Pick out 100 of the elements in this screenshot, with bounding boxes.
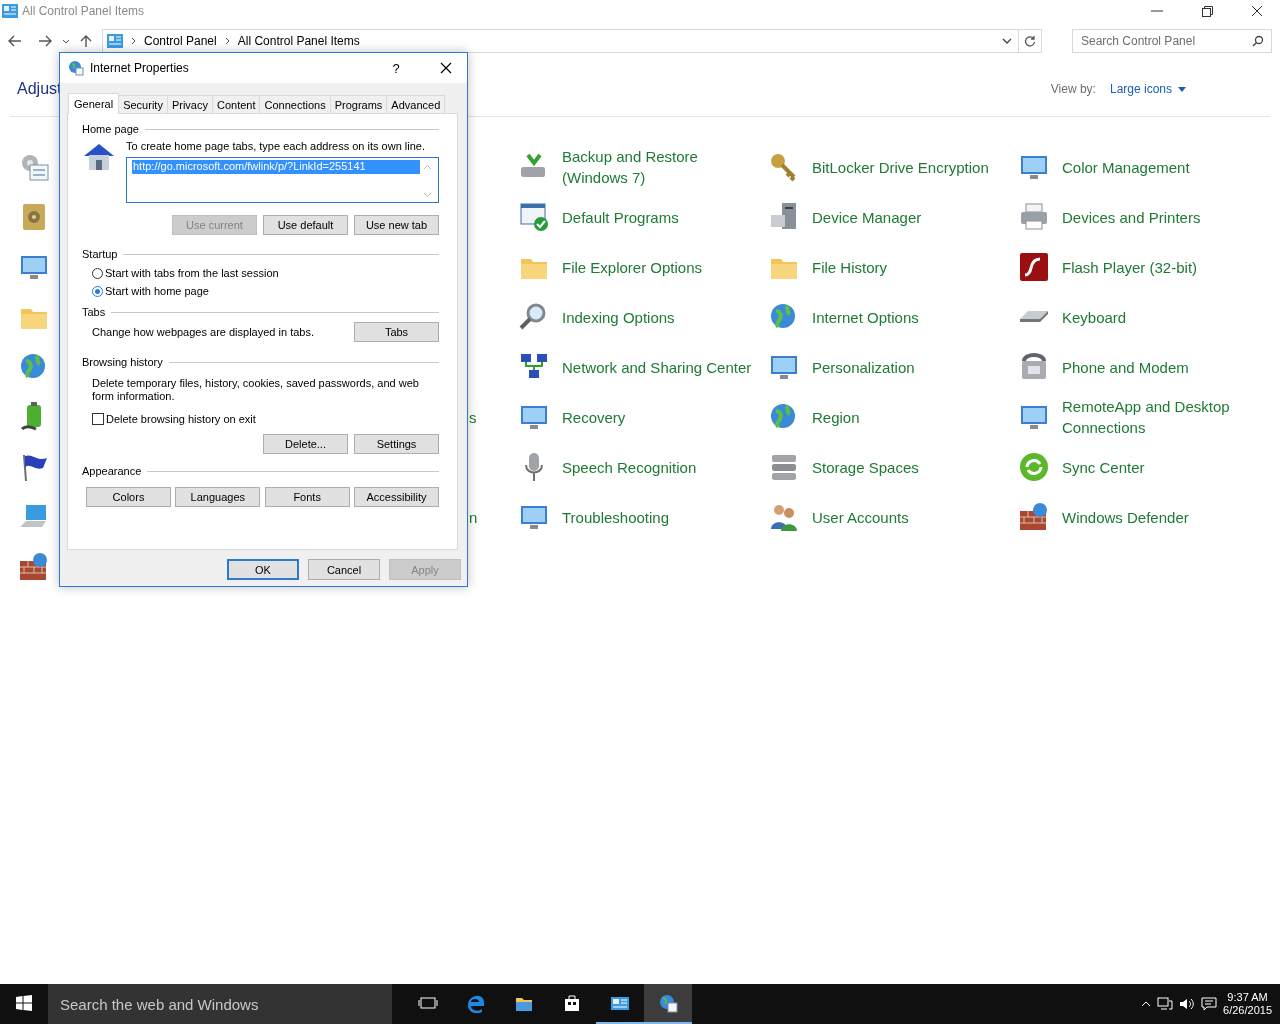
shopping-bag-icon (562, 993, 582, 1013)
url-text: http://go.microsoft.com/fwlink/p/?LinkId=255141 (132, 160, 420, 174)
group-heading: Appearance (82, 465, 142, 477)
dialog-button[interactable]: OK (227, 559, 299, 580)
tab[interactable]: Security (118, 95, 168, 113)
control-panel-link[interactable]: Phone and Modem (1062, 356, 1252, 378)
control-panel-link[interactable]: Default Programs (562, 206, 752, 228)
control-panel-link[interactable]: Device Manager (812, 206, 1002, 228)
chevron-right-icon[interactable] (131, 37, 136, 45)
group-heading: Browsing history (82, 356, 163, 368)
control-panel-link[interactable]: Keyboard (1062, 306, 1252, 328)
chevron-up-icon[interactable] (1141, 1000, 1152, 1008)
dialog-button[interactable]: Settings (354, 434, 439, 454)
control-panel-link[interactable]: RemoteApp and Desktop Connections (1062, 396, 1252, 438)
restore-icon (1201, 5, 1213, 17)
speaker-icon[interactable] (1179, 997, 1196, 1011)
group-heading: Home page (82, 123, 139, 135)
window-check-icon (518, 201, 550, 233)
control-panel-link[interactable]: Indexing Options (562, 306, 752, 328)
dialog-title: Internet Properties (90, 61, 189, 75)
dialog-button[interactable]: Tabs (354, 322, 439, 342)
house-icon (82, 142, 116, 172)
close-icon (1251, 5, 1263, 17)
dialog-button[interactable]: Cancel (308, 559, 380, 580)
browser-e-icon (466, 993, 486, 1013)
dialog-button[interactable]: Accessibility (354, 487, 439, 507)
control-panel-link[interactable]: Network and Sharing Center (562, 356, 752, 378)
close-icon (440, 62, 452, 74)
chevron-right-icon[interactable] (224, 37, 230, 45)
dialog-button[interactable]: Languages (175, 487, 261, 507)
checkbox-label: Delete browsing history on exit (106, 413, 256, 425)
dialog-button[interactable]: Delete... (263, 434, 348, 454)
back-button[interactable] (8, 35, 22, 47)
item-label[interactable]: s (469, 408, 477, 426)
dialog-button[interactable]: Use default (263, 215, 348, 235)
description-text: Change how webpages are displayed in tabs. (92, 326, 314, 338)
control-panel-link[interactable]: Region (812, 406, 1002, 428)
search-field[interactable]: Search the web and Windows (48, 984, 392, 1024)
radio-button[interactable] (92, 267, 103, 279)
control-panel-link[interactable]: Sync Center (1062, 456, 1252, 478)
item-label[interactable]: n (469, 508, 478, 526)
brick-wall-icon (18, 551, 50, 583)
windows-logo-icon (16, 995, 32, 1011)
group-heading: Startup (82, 248, 118, 260)
group-heading: Tabs (82, 306, 106, 318)
globe-icon (658, 993, 678, 1013)
up-button[interactable] (80, 34, 92, 48)
dialog-button[interactable]: Colors (86, 487, 171, 507)
control-panel-link[interactable]: Internet Options (812, 306, 1002, 328)
radio-button[interactable] (92, 285, 103, 297)
dialog-button[interactable]: Fonts (264, 487, 350, 507)
tab[interactable]: Advanced (386, 95, 446, 113)
radio-label: Start with home page (105, 285, 209, 297)
chevron-down-icon[interactable] (1002, 37, 1012, 45)
instruction-text: To create home page tabs, type each address on its own line. (126, 140, 426, 152)
control-panel-link[interactable]: File History (812, 256, 1002, 278)
recent-dropdown-button[interactable] (62, 38, 70, 44)
taskbar-button[interactable] (644, 984, 692, 1024)
search-field[interactable]: Search Control Panel (1072, 29, 1272, 53)
control-panel-link[interactable]: Storage Spaces (812, 456, 1002, 478)
tab[interactable]: Programs (329, 95, 388, 113)
control-panel-link[interactable]: Recovery (562, 406, 752, 428)
printer-icon (1018, 201, 1050, 233)
control-panel-link[interactable]: Personalization (812, 356, 1002, 378)
radio-label: Start with tabs from the last session (105, 267, 279, 279)
flash-icon (1018, 251, 1050, 283)
minimize-icon (1151, 10, 1163, 12)
dialog-button[interactable]: Use new tab (354, 215, 439, 235)
control-panel-link[interactable]: Flash Player (32-bit) (1062, 256, 1252, 278)
clock-date: 6/26/2015 (1223, 1004, 1272, 1017)
description-text: Delete temporary files, history, cookies, saved passwords, and web form information. (91, 376, 420, 403)
control-panel-link[interactable]: Troubleshooting (562, 506, 752, 528)
clock-time: 9:37 AM (1227, 991, 1268, 1004)
view-by-label: View by: (1050, 82, 1096, 96)
control-panel-link[interactable]: Windows Defender (1062, 506, 1252, 528)
control-panel-icon (107, 34, 123, 48)
breadcrumb[interactable]: All Control Panel Items (237, 34, 360, 48)
help-button[interactable]: ? (381, 60, 411, 76)
refresh-icon[interactable] (1024, 35, 1036, 47)
sync-icon (1018, 451, 1050, 483)
search-icon[interactable] (1252, 35, 1264, 47)
globe-icon (68, 60, 84, 76)
control-panel-link[interactable]: BitLocker Drive Encryption (812, 156, 1002, 178)
control-panel-link[interactable]: Color Management (1062, 156, 1252, 178)
message-icon[interactable] (1201, 997, 1218, 1011)
forward-button[interactable] (38, 35, 52, 47)
tab[interactable]: Privacy (166, 95, 213, 113)
control-panel-link[interactable]: Backup and Restore (Windows 7) (562, 146, 752, 188)
control-panel-link[interactable]: Devices and Printers (1062, 206, 1252, 228)
control-panel-link[interactable]: Speech Recognition (562, 456, 752, 478)
brick-wall-icon (1018, 501, 1050, 533)
network-icon[interactable] (1157, 997, 1174, 1011)
breadcrumb[interactable]: Control Panel (144, 34, 217, 48)
view-dropdown[interactable]: Large icons (1109, 82, 1186, 96)
tab[interactable]: General (68, 93, 120, 114)
checkbox[interactable] (92, 413, 104, 425)
caret-down-icon (1178, 86, 1186, 92)
window-title: All Control Panel Items (22, 4, 145, 18)
control-panel-link[interactable]: File Explorer Options (562, 256, 752, 278)
control-panel-link[interactable]: User Accounts (812, 506, 1002, 528)
